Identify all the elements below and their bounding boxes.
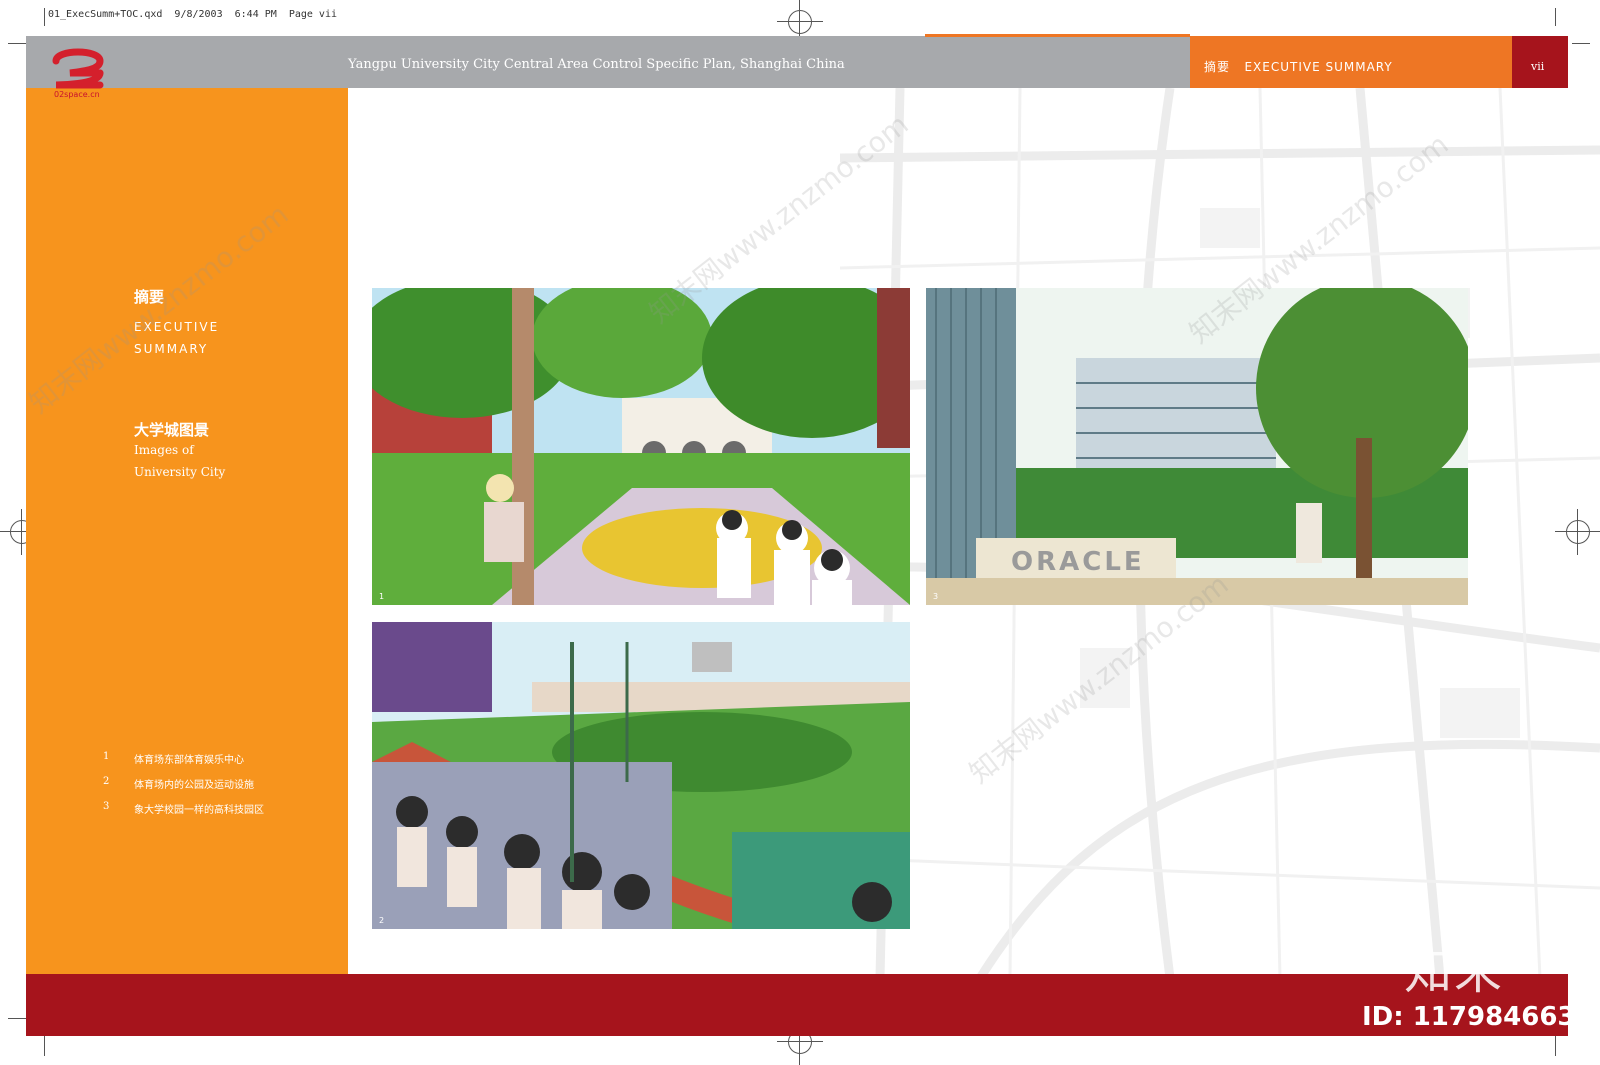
crop-mark: [8, 1018, 26, 1019]
crop-mark: [1555, 8, 1556, 26]
footer-bar: [26, 974, 1568, 1036]
sidebar-subheading-cn: 大学城图景: [134, 421, 210, 439]
section-label-en: EXECUTIVE SUMMARY: [1244, 60, 1393, 74]
header-accent-line: [925, 34, 1190, 37]
crop-mark: [44, 8, 45, 26]
oracle-sign: ORACLE: [1011, 547, 1145, 577]
sidebar-panel: [26, 88, 348, 974]
page-number: vii: [1531, 60, 1545, 73]
logo-text: 02space.cn: [54, 90, 100, 99]
crop-mark: [1572, 43, 1590, 44]
section-label: 摘要 EXECUTIVE SUMMARY: [1204, 58, 1393, 75]
registration-mark: [777, 0, 823, 45]
sidebar-heading-en-line2: SUMMARY: [134, 342, 209, 356]
sidebar-subheading-en-line2: University City: [134, 465, 226, 479]
campus-plaza-illustration: [372, 288, 910, 605]
photo-tech-park: ORACLE 3: [926, 288, 1468, 605]
caption-number: 3: [103, 801, 110, 812]
sidebar-heading-cn: 摘要: [134, 288, 165, 306]
tech-park-illustration: ORACLE: [926, 288, 1468, 605]
caption-text: 象大学校园一样的高科技园区: [134, 805, 264, 816]
caption-number: 2: [103, 776, 110, 787]
photo-stadium-park: 2: [372, 622, 910, 929]
photo-campus-plaza: 1: [372, 288, 910, 605]
stadium-park-illustration: [372, 622, 910, 929]
watermark-id: ID: 1179846638: [1362, 1002, 1594, 1032]
sidebar-subheading-en-line1: Images of: [134, 443, 194, 457]
photo-number: 2: [379, 916, 385, 925]
caption-text: 体育场内的公园及运动设施: [134, 780, 254, 791]
document-title: Yangpu University City Central Area Cont…: [348, 57, 845, 72]
sidebar-heading-en-line1: EXECUTIVE: [134, 320, 220, 334]
photo-number: 1: [379, 592, 385, 601]
crop-mark: [1555, 1036, 1556, 1056]
watermark-site: 知末: [1404, 944, 1505, 1000]
crop-mark: [44, 1036, 45, 1056]
crop-mark: [8, 43, 26, 44]
section-label-cn: 摘要: [1204, 60, 1231, 74]
caption-text: 体育场东部体育娱乐中心: [134, 755, 244, 766]
print-slug: 01_ExecSumm+TOC.qxd 9/8/2003 6:44 PM Pag…: [48, 9, 337, 20]
photo-number: 3: [933, 592, 939, 601]
caption-number: 1: [103, 751, 110, 762]
